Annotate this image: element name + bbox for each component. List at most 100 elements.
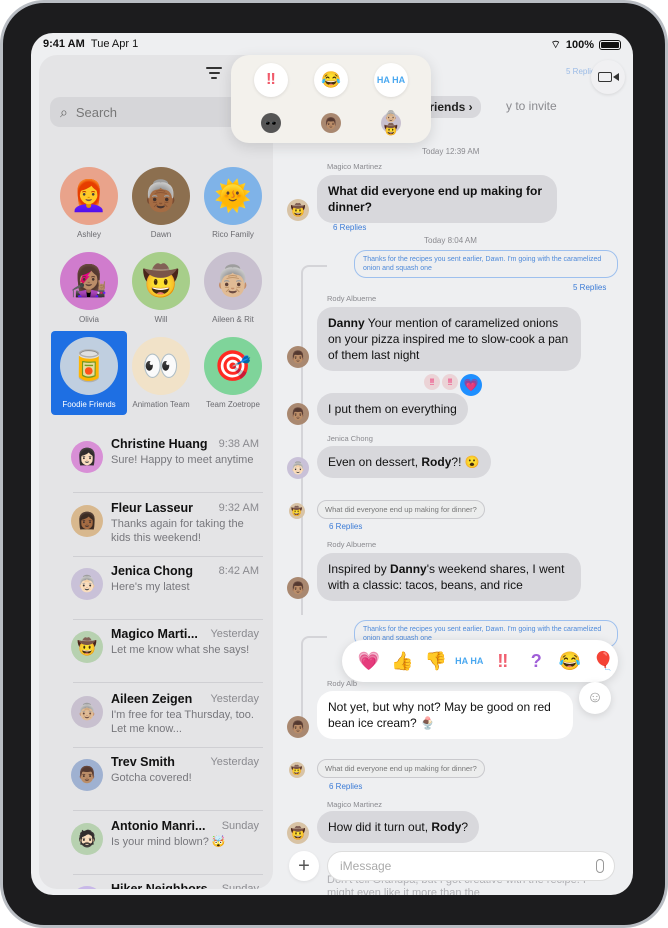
plus-icon: + [298,854,310,877]
tapback-heart-icon[interactable]: 💗 [354,651,384,672]
sender-avatar: 🤠 [289,503,305,519]
tapback-thumbs-up-icon[interactable]: 👍 [388,651,418,672]
add-attachment-button[interactable]: + [289,851,319,881]
tapback-question-icon[interactable]: ? [522,651,552,672]
message-input[interactable]: iMessage [327,851,615,881]
pinned-label: Animation Team [132,400,190,409]
tapback-thumbs-down-icon[interactable]: 👎 [421,651,451,672]
conversation-row[interactable]: 🥾Hiker NeighborsSundayXiaomeng reacted ❤… [71,876,263,889]
reaction-summary[interactable]: 😂 👨🏽 [311,63,351,133]
status-bar: 9:41 AM Tue Apr 1 ⌔ 100% [31,33,633,55]
replies-link[interactable]: 6 Replies [329,522,362,531]
conversation-avatar: 🤠 [71,631,103,663]
sender-avatar: 🤠 [287,199,309,221]
replies-link[interactable]: 5 Replies [573,283,606,292]
add-emoji-reaction-button[interactable]: ☺ [579,682,611,714]
pinned-conversation[interactable]: 🤠 Will [123,252,199,324]
pinned-avatar: 👵🏼 [204,252,262,310]
message-bubble[interactable]: I put them on everything [317,393,468,425]
conversation-time: Sunday [221,883,259,889]
pinned-avatar: 👵🏾 [132,167,190,225]
message-bubble[interactable]: What did everyone end up making for dinn… [317,175,557,223]
pinned-conversation[interactable]: 👵🏼 Aileen & Rit [195,252,271,324]
conversation-preview: Thanks again for taking the kids this we… [111,518,244,544]
pinned-label: Aileen & Rit [212,315,254,324]
conversation-row[interactable]: 🤠 Magico Marti... Yesterday Let me know wha… [71,621,263,683]
reply-quote[interactable]: What did everyone end up making for dinn… [317,759,485,778]
reply-quote[interactable]: What did everyone end up making for dinn… [317,500,485,519]
conversation-name: Antonio Manri... [111,819,206,833]
filter-icon[interactable] [206,67,222,81]
sender-name: Magico Martinez [327,800,383,809]
reaction-badges[interactable]: ‼ ‼ 💗 [424,374,482,396]
pinned-label: Foodie Friends [62,400,116,409]
video-camera-icon [597,72,612,82]
heart-reaction-icon: 💗 [460,374,482,396]
pinned-avatar: 👩🏽‍🎤 [60,252,118,310]
video-call-button[interactable] [591,60,625,94]
conversation-preview: Sure! Happy to meet anytime [111,454,254,466]
message-bubble[interactable]: How did it turn out, Rody? [317,811,480,843]
message-bubble[interactable]: Inspired by Danny's weekend shares, I we… [317,553,581,601]
tapback-picker[interactable]: 💗 👍 👎 HA HA ‼? 😂 🎈 [342,640,618,682]
tapback-laugh-icon[interactable]: 😂 [555,651,585,672]
timestamp: Today 12:39 AM [422,147,480,156]
pinned-avatar: 🥫 [60,337,118,395]
conversation-preview: Here's my latest [111,581,190,593]
message-bubble[interactable]: Even on dessert, Rody?! 😮 [317,446,491,478]
sender-avatar: 👵🏻 [287,457,309,479]
pinned-label: Team Zoetrope [206,400,260,409]
conversation-name: Aileen Zeigen [111,692,193,706]
conversation-row[interactable]: 👩🏾 Fleur Lasseur 9:32 AM Thanks again for t… [71,495,263,557]
conversation-avatar: 👩🏾 [71,505,103,537]
pinned-conversation[interactable]: 👩‍🦰 Ashley [51,167,127,239]
sender-name: Rody Albuerne [327,294,377,303]
conversation-row[interactable]: 👨🏽 Trev Smith Yesterday Gotcha covered! [71,749,263,811]
conversation-preview: Gotcha covered! [111,772,192,784]
microphone-icon[interactable] [596,859,604,873]
pinned-label: Will [154,315,168,324]
sender-name: Rody Alb [327,679,358,688]
pinned-label: Olivia [78,315,99,324]
sender-avatar: 🤠 [289,762,305,778]
conversation-row[interactable]: 👵🏼 Aileen Zeigen Yesterday I'm free for tea… [71,686,263,748]
sender-avatar: 👨🏽 [287,403,309,425]
search-placeholder: Search [75,104,118,120]
smiley-icon: ☺ [586,689,604,706]
screen: 9:41 AM Tue Apr 1 ⌔ 100% ⌕ Search 👩‍🦰 Ash… [31,33,633,895]
reply-quote[interactable]: Thanks for the recipes you sent earlier,… [354,250,618,278]
pinned-conversation[interactable]: 👀 Animation Team [123,337,199,409]
replies-link[interactable]: 6 Replies [329,782,362,791]
battery-icon [599,40,621,50]
pinned-conversation[interactable]: 🌞 Rico Family [195,167,271,239]
pinned-conversation[interactable]: 👵🏾 Dawn [123,167,199,239]
pinned-conversation[interactable]: 🥫 Foodie Friends [51,331,127,415]
search-icon: ⌕ [60,103,68,120]
message-bubble-selected[interactable]: Not yet, but why not? May be good on red… [317,691,573,739]
wifi-icon: ⌔ [550,39,561,51]
conversation-row[interactable]: 🧔🏻 Antonio Manri... Sunday Is your mind blo… [71,813,263,875]
pinned-avatar: 👩‍🦰 [60,167,118,225]
pinned-avatar: 👀 [132,337,190,395]
sender-name: Magico Martinez [327,162,383,171]
reactions-popup: ‼ 🕶️ 😂 👨🏽 HA HA 👵🏼🤠 [231,55,431,143]
sender-name: Jenica Chong [327,434,373,443]
tapback-balloon-icon[interactable]: 🎈 [589,651,619,672]
conversation-time: Yesterday [210,628,259,640]
conversation-avatar: 👩🏻 [71,441,103,473]
replies-link[interactable]: 6 Replies [333,223,366,232]
conversation-row[interactable]: 👩🏻 Christine Huang 9:38 AM Sure! Happy to m… [71,431,263,493]
tapback-haha-icon[interactable]: HA HA [455,656,485,666]
reaction-summary[interactable]: HA HA 👵🏼🤠 [371,63,411,136]
pinned-conversation[interactable]: 🎯 Team Zoetrope [195,337,271,409]
tapback-exclaim-icon[interactable]: ‼ [488,651,518,672]
pinned-conversation[interactable]: 👩🏽‍🎤 Olivia [51,252,127,324]
pinned-avatar: 🤠 [132,252,190,310]
conversation-row[interactable]: 👵🏻 Jenica Chong 8:42 AM Here's my latest [71,558,263,620]
message-bubble[interactable]: Danny Your mention of caramelized onions… [317,307,581,371]
timestamp: Today 8:04 AM [424,236,477,245]
status-time: 9:41 AM Tue Apr 1 [43,38,139,50]
conversation-time: 8:42 AM [218,565,259,577]
reaction-summary[interactable]: ‼ 🕶️ [251,63,291,133]
conversation-avatar: 🧔🏻 [71,823,103,855]
